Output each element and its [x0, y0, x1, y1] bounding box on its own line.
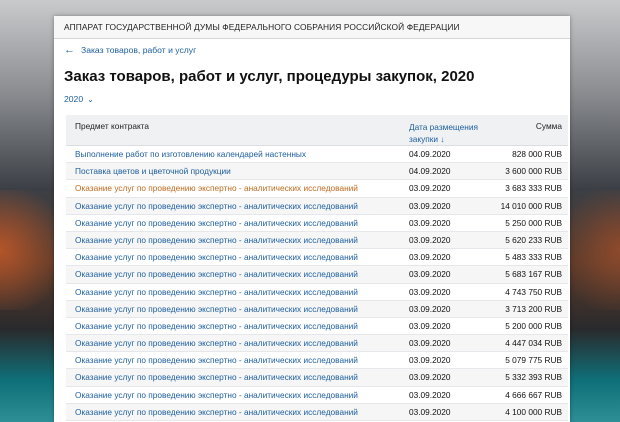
breadcrumb[interactable]: ← Заказ товаров, работ и услуг — [64, 44, 196, 56]
row-date: 03.09.2020 — [409, 252, 451, 263]
row-subject-link[interactable]: Оказание услуг по проведению экспертно -… — [75, 183, 358, 193]
page-title: Заказ товаров, работ и услуг, процедуры … — [64, 68, 475, 85]
chevron-down-icon: ⌄ — [87, 94, 94, 104]
row-subject-link[interactable]: Оказание услуг по проведению экспертно -… — [75, 355, 358, 365]
row-sum: 5 620 233 RUB — [505, 234, 562, 245]
row-subject-link[interactable]: Оказание услуг по проведению экспертно -… — [75, 201, 358, 211]
table-row: Оказание услуг по проведению экспертно -… — [66, 266, 568, 284]
row-subject-link[interactable]: Оказание услуг по проведению экспертно -… — [75, 304, 358, 314]
row-subject-link[interactable]: Оказание услуг по проведению экспертно -… — [75, 372, 358, 382]
table-row: Оказание услуг по проведению экспертно -… — [66, 335, 568, 353]
header-date-label: Дата размещения — [409, 122, 478, 132]
row-sum: 4 743 750 RUB — [505, 286, 562, 297]
row-sum: 5 332 393 RUB — [505, 372, 562, 383]
year-select[interactable]: 2020 ⌄ — [64, 94, 94, 104]
row-date: 03.09.2020 — [409, 200, 451, 211]
row-subject-link[interactable]: Оказание услуг по проведению экспертно -… — [75, 235, 358, 245]
row-date: 03.09.2020 — [409, 338, 451, 349]
row-date: 03.09.2020 — [409, 217, 451, 228]
table-row: Оказание услуг по проведению экспертно -… — [66, 284, 568, 301]
row-subject-link[interactable]: Оказание услуг по проведению экспертно -… — [75, 338, 358, 348]
arrow-down-icon: ↓ — [440, 134, 445, 144]
table-row: Оказание услуг по проведению экспертно -… — [66, 387, 568, 404]
row-subject-link[interactable]: Поставка цветов и цветочной продукции — [75, 166, 231, 176]
row-date: 03.09.2020 — [409, 234, 451, 245]
org-header: АППАРАТ ГОСУДАРСТВЕННОЙ ДУМЫ ФЕДЕРАЛЬНОГ… — [54, 16, 570, 39]
org-name: АППАРАТ ГОСУДАРСТВЕННОЙ ДУМЫ ФЕДЕРАЛЬНОГ… — [64, 22, 460, 32]
row-sum: 5 683 167 RUB — [505, 269, 562, 280]
row-sum: 14 010 000 RUB — [500, 200, 562, 211]
row-date: 03.09.2020 — [409, 183, 451, 194]
row-subject-link[interactable]: Выполнение работ по изготовлению календа… — [75, 149, 306, 159]
table-row: Оказание услуг по проведению экспертно -… — [66, 403, 568, 421]
row-sum: 3 600 000 RUB — [505, 166, 562, 177]
row-date: 03.09.2020 — [409, 355, 451, 366]
row-sum: 3 683 333 RUB — [505, 183, 562, 194]
row-date: 03.09.2020 — [409, 372, 451, 383]
row-sum: 5 250 000 RUB — [505, 217, 562, 228]
table-row: Оказание услуг по проведению экспертно -… — [66, 215, 568, 232]
row-date: 04.09.2020 — [409, 166, 451, 177]
row-date: 03.09.2020 — [409, 406, 451, 417]
row-sum: 5 200 000 RUB — [505, 320, 562, 331]
breadcrumb-link[interactable]: Заказ товаров, работ и услуг — [81, 45, 196, 55]
row-date: 04.09.2020 — [409, 149, 451, 159]
row-subject-link[interactable]: Оказание услуг по проведению экспертно -… — [75, 390, 358, 400]
row-sum: 4 666 667 RUB — [505, 389, 562, 400]
row-subject-link[interactable]: Оказание услуг по проведению экспертно -… — [75, 269, 358, 279]
table-row: Оказание услуг по проведению экспертно -… — [66, 180, 568, 198]
row-subject-link[interactable]: Оказание услуг по проведению экспертно -… — [75, 287, 358, 297]
row-date: 03.09.2020 — [409, 303, 451, 314]
header-sum: Сумма — [535, 121, 562, 131]
table-row: Оказание услуг по проведению экспертно -… — [66, 231, 568, 250]
row-sum: 828 000 RUB — [512, 149, 562, 159]
row-sum: 3 713 200 RUB — [505, 303, 562, 314]
row-date: 03.09.2020 — [409, 269, 451, 280]
row-sum: 5 483 333 RUB — [505, 252, 562, 263]
header-date-sort[interactable]: Дата размещения закупки ↓ — [409, 121, 478, 145]
year-select-value: 2020 — [64, 94, 84, 104]
row-sum: 5 079 775 RUB — [505, 355, 562, 366]
row-date: 03.09.2020 — [409, 320, 451, 331]
page-panel: АППАРАТ ГОСУДАРСТВЕННОЙ ДУМЫ ФЕДЕРАЛЬНОГ… — [54, 16, 570, 422]
row-subject-link[interactable]: Оказание услуг по проведению экспертно -… — [75, 218, 358, 228]
table-row: Оказание услуг по проведению экспертно -… — [66, 369, 568, 387]
row-date: 03.09.2020 — [409, 389, 451, 400]
row-subject-link[interactable]: Оказание услуг по проведению экспертно -… — [75, 321, 358, 331]
table-row: Оказание услуг по проведению экспертно -… — [66, 318, 568, 336]
table-row: Оказание услуг по проведению экспертно -… — [66, 300, 568, 318]
background-glow-right — [565, 190, 620, 310]
table-body: Выполнение работ по изготовлению календа… — [66, 146, 568, 421]
row-sum: 4 447 034 RUB — [505, 338, 562, 349]
background-glow-left — [0, 190, 60, 310]
header-date-sort-label: закупки — [409, 134, 439, 144]
row-subject-link[interactable]: Оказание услуг по проведению экспертно -… — [75, 252, 358, 262]
row-date: 03.09.2020 — [409, 286, 451, 297]
header-subject: Предмет контракта — [75, 121, 149, 131]
table-row: Поставка цветов и цветочной продукции 04.… — [66, 163, 568, 181]
row-subject-link[interactable]: Оказание услуг по проведению экспертно -… — [75, 407, 358, 417]
arrow-left-icon: ← — [64, 44, 75, 56]
table-header: Предмет контракта Дата размещения закупк… — [66, 115, 568, 146]
table-row: Выполнение работ по изготовлению календа… — [66, 146, 568, 164]
row-sum: 4 100 000 RUB — [505, 406, 562, 417]
procurement-table: Предмет контракта Дата размещения закупк… — [66, 115, 568, 421]
table-row: Оказание услуг по проведению экспертно -… — [66, 249, 568, 267]
table-row: Оказание услуг по проведению экспертно -… — [66, 197, 568, 215]
table-row: Оказание услуг по проведению экспертно -… — [66, 352, 568, 370]
